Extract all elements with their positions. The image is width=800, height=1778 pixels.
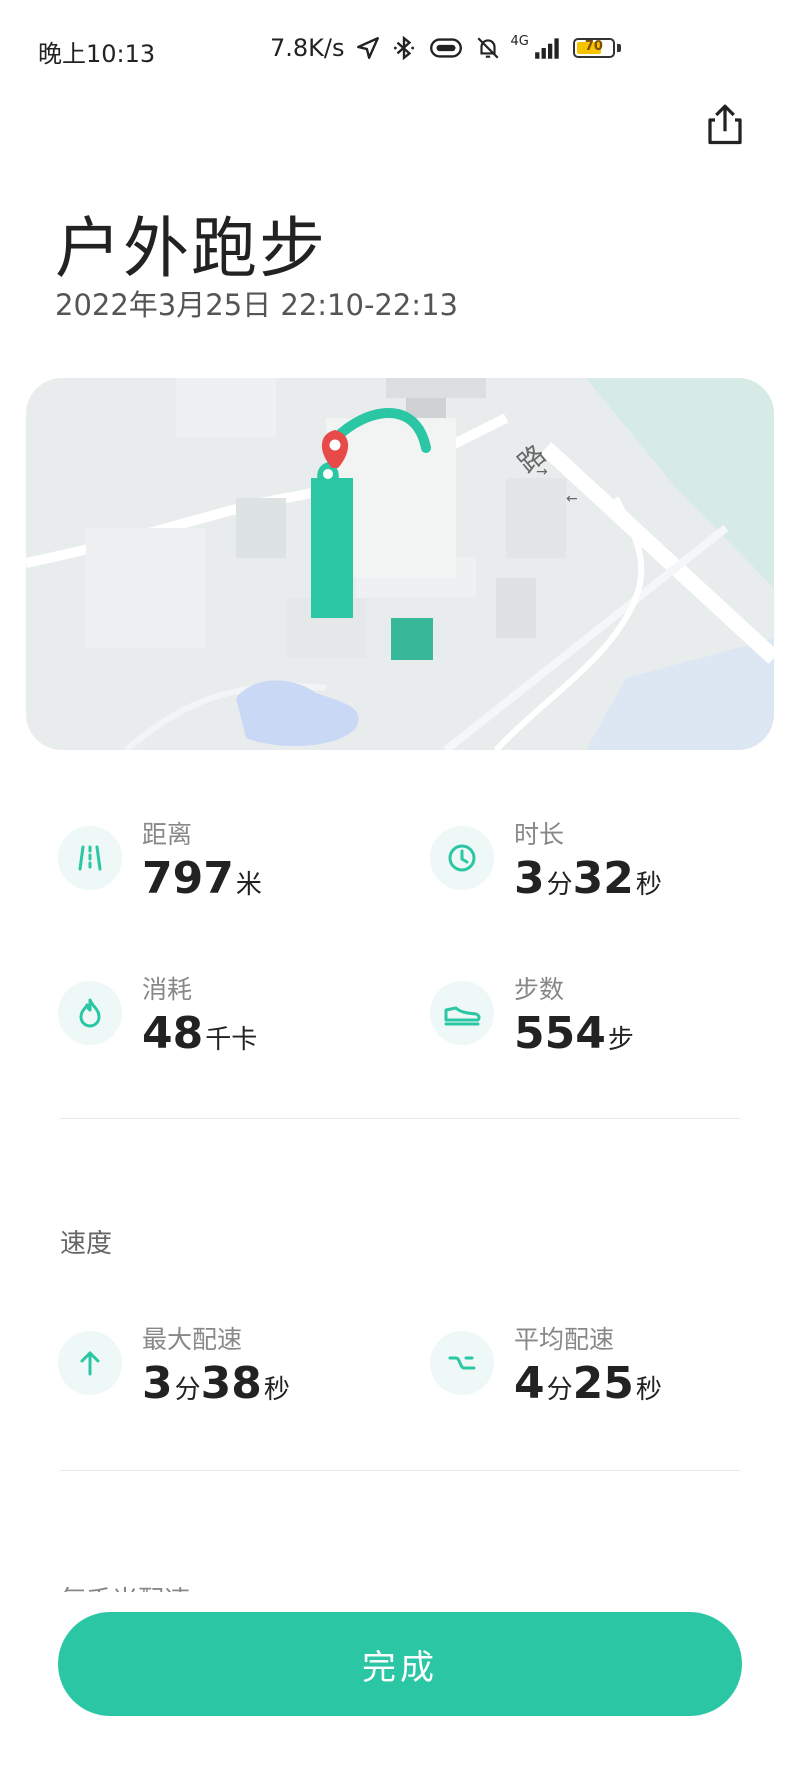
clock-icon (430, 826, 494, 890)
battery-icon: 70 (572, 38, 621, 58)
stat-label: 步数 (514, 975, 565, 1004)
mute-bell-icon (476, 37, 499, 59)
duration-min-unit: 分 (546, 870, 573, 900)
svg-text:←: ← (566, 491, 578, 507)
calories-value: 48 (142, 1008, 204, 1059)
stat-label: 时长 (514, 820, 565, 849)
stat-calories: 消耗 48千卡 (58, 970, 257, 1056)
steps-value: 554 (514, 1008, 606, 1059)
distance-icon (58, 826, 122, 890)
page-title: 户外跑步 (55, 210, 327, 287)
status-time: 晚上10:13 (38, 40, 156, 68)
stat-steps: 步数 554步 (430, 970, 634, 1056)
net-speed: 7.8K/s (270, 34, 345, 62)
duration-min: 3 (514, 853, 545, 904)
max-pace-min: 3 (142, 1358, 173, 1409)
avg-pace-min-unit: 分 (546, 1375, 573, 1405)
location-arrow-icon (356, 37, 379, 59)
avg-pace-sec: 25 (572, 1358, 634, 1409)
max-pace-sec: 38 (200, 1358, 262, 1409)
speed-section-title: 速度 (60, 1229, 113, 1259)
workout-datetime: 2022年3月25日 22:10-22:13 (55, 288, 458, 322)
stat-avg-pace: 平均配速 4分25秒 (430, 1320, 662, 1406)
divider (60, 1118, 740, 1119)
stat-distance: 距离 797米 (58, 815, 262, 901)
share-icon[interactable] (700, 100, 750, 150)
duration-sec-unit: 秒 (635, 870, 662, 900)
calories-unit: 千卡 (205, 1025, 258, 1055)
stat-label: 平均配速 (514, 1325, 615, 1354)
status-bar: 晚上10:13 7.8K/s 4G 70 (0, 28, 800, 68)
divider (60, 1470, 740, 1471)
flame-icon (58, 981, 122, 1045)
per-km-pace-label: 每千米配速 (60, 1580, 190, 1592)
max-pace-sec-unit: 秒 (263, 1375, 290, 1405)
wave-icon (430, 1331, 494, 1395)
vibrate-icon (429, 38, 462, 58)
stat-duration: 时长 3分32秒 (430, 815, 662, 901)
battery-level: 70 (584, 39, 603, 54)
arrow-up-icon (58, 1331, 122, 1395)
stat-label: 消耗 (142, 975, 193, 1004)
route-map[interactable]: 路 → ← (26, 378, 774, 750)
signal-icon (535, 38, 559, 59)
map-canvas: 路 → ← (26, 378, 774, 750)
svg-text:→: → (536, 464, 548, 480)
avg-pace-min: 4 (514, 1358, 545, 1409)
done-button[interactable]: 完成 (58, 1612, 742, 1716)
network-type: 4G (510, 34, 529, 49)
avg-pace-sec-unit: 秒 (635, 1375, 662, 1405)
duration-sec: 32 (572, 853, 634, 904)
stat-max-pace: 最大配速 3分38秒 (58, 1320, 290, 1406)
distance-value: 797 (142, 853, 234, 904)
steps-unit: 步 (607, 1025, 634, 1055)
bluetooth-icon (393, 35, 414, 61)
shoe-icon (430, 981, 494, 1045)
max-pace-min-unit: 分 (174, 1375, 201, 1405)
distance-unit: 米 (235, 870, 262, 900)
stat-label: 距离 (142, 820, 193, 849)
stat-label: 最大配速 (142, 1325, 243, 1354)
